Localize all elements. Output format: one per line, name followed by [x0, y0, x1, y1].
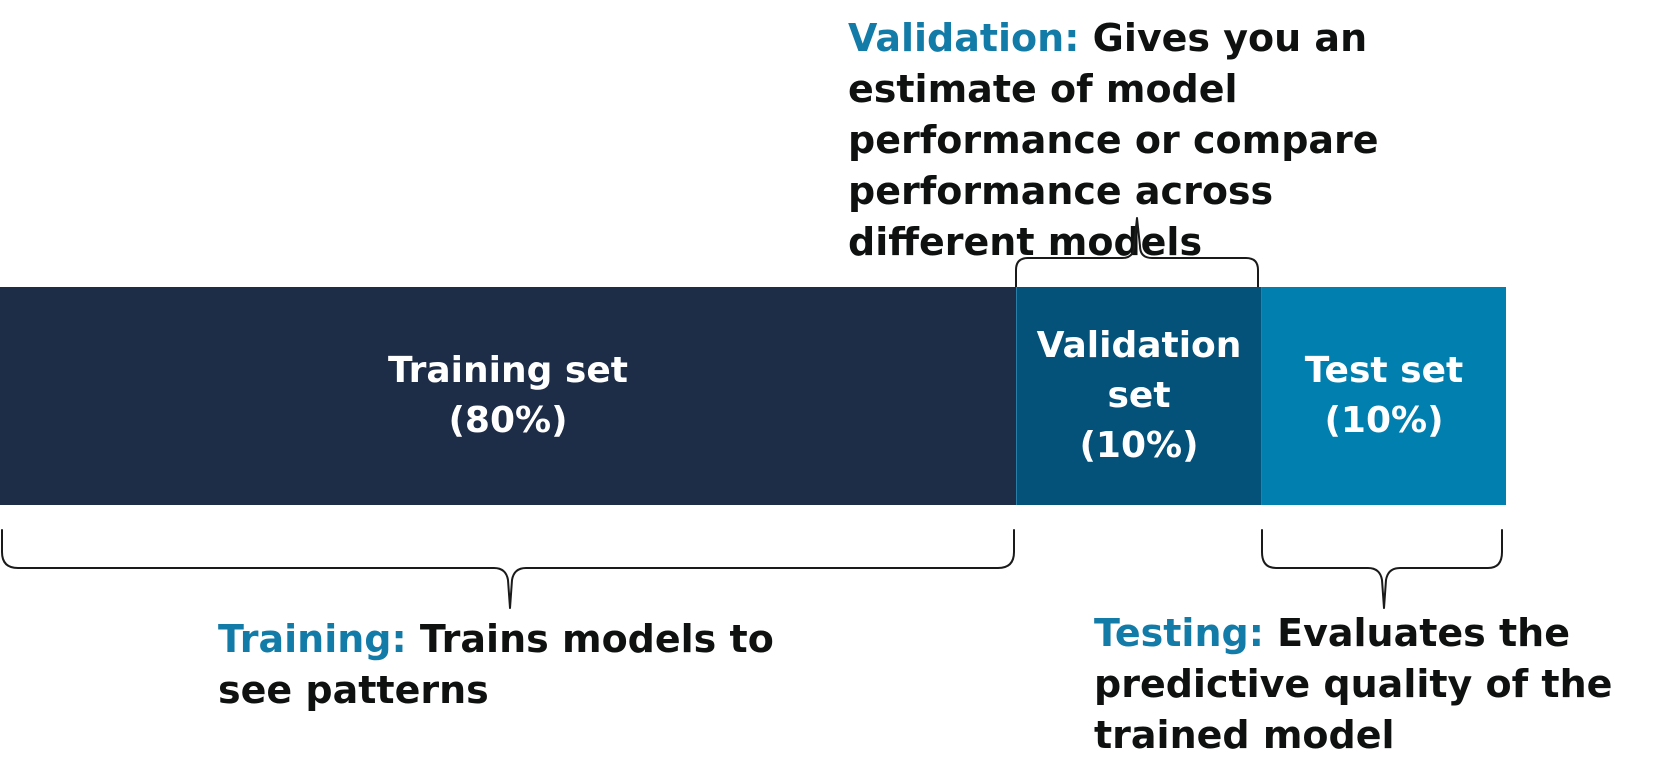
testing-brace [1261, 529, 1503, 609]
validation-brace [1015, 217, 1259, 289]
testing-term: Testing: [1094, 611, 1264, 655]
validation-set-label-2: set [1107, 375, 1171, 416]
test-set-segment: Test set (10%) [1261, 287, 1506, 505]
training-description: Training: Trains models to see patterns [218, 614, 778, 716]
testing-description: Testing: Evaluates the predictive qualit… [1094, 608, 1654, 761]
validation-set-percent: (10%) [1079, 425, 1199, 466]
validation-term: Validation: [848, 16, 1080, 60]
validation-set-label: Validation [1036, 325, 1242, 366]
training-set-percent: (80%) [448, 400, 568, 441]
test-set-percent: (10%) [1324, 400, 1444, 441]
training-brace [1, 529, 1015, 609]
training-set-label: Training set [388, 350, 628, 391]
test-set-label: Test set [1304, 350, 1464, 391]
training-term: Training: [218, 617, 407, 661]
validation-set-segment: Validation set (10%) [1016, 287, 1261, 505]
training-set-segment: Training set (80%) [0, 287, 1016, 505]
